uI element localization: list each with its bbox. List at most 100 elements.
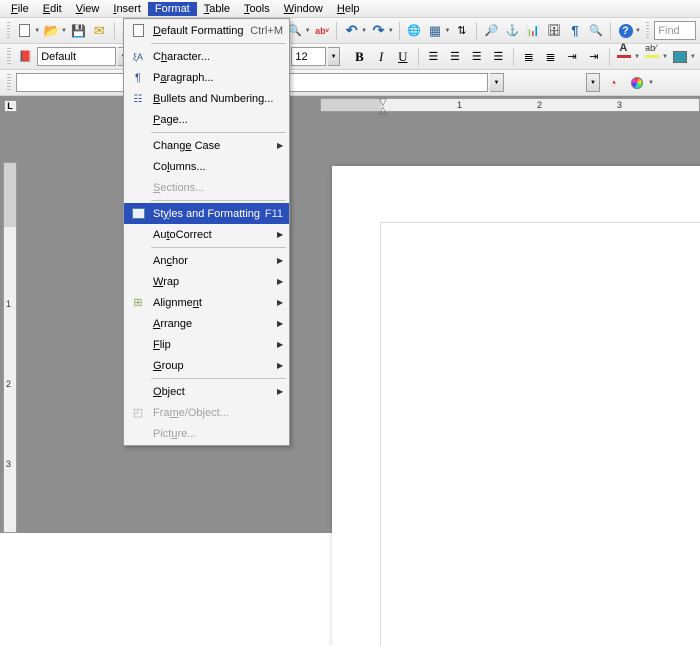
menu-item-paragraph[interactable]: Paragraph... xyxy=(124,67,289,88)
open-arrow[interactable]: ▼ xyxy=(61,28,67,34)
align-right-button[interactable] xyxy=(467,46,487,68)
hanging-indent-marker[interactable]: △ xyxy=(379,105,387,116)
font-color-arrow[interactable]: ▼ xyxy=(634,54,640,60)
zoom-button[interactable] xyxy=(586,20,605,42)
help-arrow[interactable]: ▼ xyxy=(635,28,641,34)
menu-item-default-formatting[interactable]: Default FormattingCtrl+M xyxy=(124,20,289,41)
menu-item-page[interactable]: Page... xyxy=(124,109,289,130)
justify-button[interactable] xyxy=(488,46,508,68)
menu-item-bullets-and-numbering[interactable]: Bullets and Numbering... xyxy=(124,88,289,109)
bg-color-button[interactable] xyxy=(670,46,690,68)
menu-item-character[interactable]: Character... xyxy=(124,46,289,67)
find-input[interactable]: Find xyxy=(654,21,696,40)
numbered-list-button[interactable] xyxy=(519,46,539,68)
menu-item-label: Styles and Formatting xyxy=(149,208,265,220)
menu-item-flip[interactable]: Flip▶ xyxy=(124,334,289,355)
nonprinting-button[interactable] xyxy=(566,20,585,42)
open-button[interactable] xyxy=(42,20,61,42)
menu-view[interactable]: View xyxy=(69,2,107,16)
extra-combo-arrow[interactable]: ▼ xyxy=(586,73,600,92)
preview-arrow[interactable]: ▼ xyxy=(305,28,311,34)
separator xyxy=(399,22,400,40)
help-button[interactable] xyxy=(616,20,635,42)
align-left-button[interactable] xyxy=(424,46,444,68)
table-button[interactable] xyxy=(426,20,445,42)
redo-button[interactable] xyxy=(369,20,388,42)
bold-icon: B xyxy=(355,49,364,65)
new-doc-button[interactable] xyxy=(15,20,34,42)
menu-format[interactable]: Format xyxy=(148,2,197,16)
menu-item-styles-and-formatting[interactable]: Styles and FormattingF11 xyxy=(124,203,289,224)
redo-arrow[interactable]: ▼ xyxy=(388,28,394,34)
horizontal-ruler[interactable]: ▽ △ 1 2 3 xyxy=(320,98,700,112)
menu-edit[interactable]: Edit xyxy=(36,2,69,16)
menu-item-alignment[interactable]: Alignment▶ xyxy=(124,292,289,313)
menu-item-arrange[interactable]: Arrange▶ xyxy=(124,313,289,334)
menu-tools[interactable]: Tools xyxy=(237,2,277,16)
bg-color-arrow[interactable]: ▼ xyxy=(690,54,696,60)
loading-button[interactable] xyxy=(602,72,624,94)
menu-item-label: Object xyxy=(149,386,277,398)
pilcrow-icon xyxy=(571,23,578,38)
menu-insert[interactable]: Insert xyxy=(106,2,148,16)
toolbar-grip[interactable] xyxy=(646,22,649,40)
font-size-arrow[interactable]: ▼ xyxy=(328,47,340,66)
menu-item-frame-object: Frame/Object... xyxy=(124,402,289,423)
styles-button[interactable] xyxy=(16,46,36,68)
url-combo-arrow[interactable]: ▼ xyxy=(490,73,504,92)
toolbar-grip[interactable] xyxy=(7,48,11,66)
highlight-button[interactable] xyxy=(642,46,662,68)
gallery-button[interactable] xyxy=(524,20,543,42)
menu-file[interactable]: File xyxy=(4,2,36,16)
menu-item-label: AutoCorrect xyxy=(149,229,277,241)
menu-help[interactable]: Help xyxy=(330,2,367,16)
toolbar-grip[interactable] xyxy=(7,22,10,40)
menu-item-label: Sections... xyxy=(149,182,283,194)
undo-button[interactable] xyxy=(342,20,361,42)
font-color-button[interactable] xyxy=(615,46,635,68)
font-size-input[interactable]: 12 xyxy=(291,47,325,66)
menu-item-columns[interactable]: Columns... xyxy=(124,156,289,177)
bullet-list-button[interactable] xyxy=(541,46,561,68)
new-doc-arrow[interactable]: ▼ xyxy=(34,28,40,34)
bold-button[interactable]: B xyxy=(350,46,370,68)
palette-button[interactable] xyxy=(626,72,648,94)
palette-icon xyxy=(631,77,643,89)
sort-button[interactable] xyxy=(452,20,471,42)
datasource-button[interactable] xyxy=(545,20,564,42)
underline-button[interactable]: U xyxy=(393,46,413,68)
italic-button[interactable]: I xyxy=(371,46,391,68)
menu-item-sections: Sections... xyxy=(124,177,289,198)
increase-indent-button[interactable] xyxy=(584,46,604,68)
menu-item-change-case[interactable]: Change Case▶ xyxy=(124,135,289,156)
mail-button[interactable] xyxy=(90,20,109,42)
toolbar-grip[interactable] xyxy=(7,74,11,92)
highlight-arrow[interactable]: ▼ xyxy=(662,54,668,60)
menu-separator xyxy=(151,200,286,201)
menu-window[interactable]: Window xyxy=(277,2,330,16)
menu-item-anchor[interactable]: Anchor▶ xyxy=(124,250,289,271)
vertical-ruler[interactable]: 1 2 3 xyxy=(3,162,17,533)
find-button[interactable] xyxy=(482,20,501,42)
palette-arrow[interactable]: ▼ xyxy=(648,80,655,86)
spell-icon xyxy=(315,25,329,37)
tab-stop-button[interactable]: L xyxy=(4,100,17,112)
menu-separator xyxy=(151,132,286,133)
document-page[interactable] xyxy=(332,166,700,646)
menu-item-autocorrect[interactable]: AutoCorrect▶ xyxy=(124,224,289,245)
undo-arrow[interactable]: ▼ xyxy=(361,28,367,34)
navigator-button[interactable] xyxy=(503,20,522,42)
decrease-indent-button[interactable] xyxy=(562,46,582,68)
hyperlink-button[interactable] xyxy=(405,20,424,42)
spell-button[interactable] xyxy=(313,20,332,42)
zoom-icon xyxy=(589,24,603,37)
paragraph-style-select[interactable]: Default xyxy=(37,47,116,66)
menu-table[interactable]: Table xyxy=(197,2,237,16)
menu-item-object[interactable]: Object▶ xyxy=(124,381,289,402)
table-arrow[interactable]: ▼ xyxy=(444,28,450,34)
menu-item-wrap[interactable]: Wrap▶ xyxy=(124,271,289,292)
menu-item-group[interactable]: Group▶ xyxy=(124,355,289,376)
align-center-button[interactable] xyxy=(445,46,465,68)
save-button[interactable] xyxy=(69,20,88,42)
vruler-mark: 2 xyxy=(6,379,11,389)
